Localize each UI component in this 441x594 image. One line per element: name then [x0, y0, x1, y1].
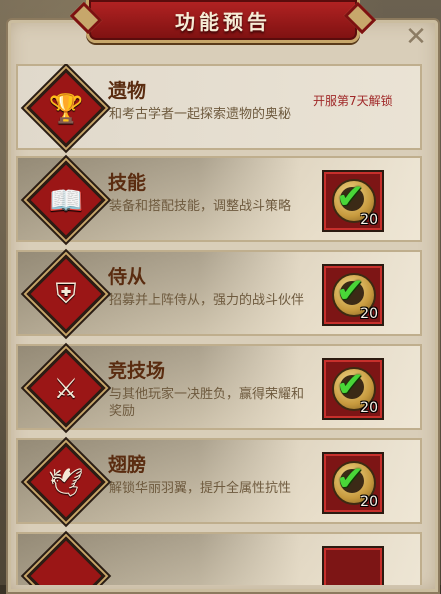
check-icon: ✔ [336, 459, 365, 499]
book-icon: 📖 [48, 183, 84, 217]
close-button[interactable]: ✕ [403, 24, 429, 50]
feature-description: 与其他玩家一决胜负，赢得荣耀和奖励 [109, 387, 305, 419]
reward-count: 20 [360, 494, 378, 510]
reward-claim-button[interactable]: ✔ 20 [322, 452, 384, 514]
helmet-icon: ⛨ [55, 277, 77, 310]
trophy-icon: 🏆 [48, 91, 84, 125]
feature-description: 和考古学者一起探索遗物的奥秘 [109, 107, 292, 122]
panel-title: 功能预告 [175, 9, 271, 34]
feature-item-wings[interactable]: 🕊 翅膀 解锁华丽羽翼，提升全属性抗性 ✔ 20 [16, 438, 422, 524]
feature-item-skill[interactable]: 📖 技能 装备和搭配技能，调整战斗策略 ✔ 20 [16, 156, 422, 242]
title-banner: 功能预告 [86, 0, 360, 43]
crossed-axes-icon: ⚔ [53, 371, 79, 405]
emblem-icon [38, 548, 94, 585]
feature-item-partial[interactable] [16, 532, 422, 585]
wings-icon: 🕊 [48, 465, 84, 499]
close-icon: ✕ [405, 22, 427, 52]
feature-name: 翅膀 [108, 454, 147, 476]
reward-count: 20 [360, 400, 378, 416]
check-icon: ✔ [336, 365, 365, 405]
reward-claim-button[interactable]: ✔ 20 [322, 358, 384, 420]
reward-count: 20 [360, 212, 378, 228]
reward-claim-button[interactable]: ✔ 20 [322, 170, 384, 232]
feature-name: 技能 [108, 172, 147, 194]
check-icon: ✔ [336, 271, 365, 311]
reward-claim-button[interactable] [322, 546, 384, 585]
unlock-condition: 开服第7天解锁 [313, 94, 393, 108]
feature-description: 招募并上阵侍从，强力的战斗伙伴 [109, 293, 305, 308]
feature-description: 解锁华丽羽翼，提升全属性抗性 [109, 481, 292, 496]
feature-list[interactable]: 🏆 遗物 和考古学者一起探索遗物的奥秘 开服第7天解锁 📖 技能 装备和搭配技能… [16, 64, 422, 585]
feature-item-arena[interactable]: ⚔ 竞技场 与其他玩家一决胜负，赢得荣耀和奖励 ✔ 20 [16, 344, 422, 430]
reward-claim-button[interactable]: ✔ 20 [322, 264, 384, 326]
feature-name: 竞技场 [108, 360, 166, 382]
feature-name: 侍从 [108, 266, 147, 288]
feature-description: 装备和搭配技能，调整战斗策略 [109, 199, 292, 214]
feature-item-relic[interactable]: 🏆 遗物 和考古学者一起探索遗物的奥秘 开服第7天解锁 [16, 64, 422, 150]
reward-count: 20 [360, 306, 378, 322]
check-icon: ✔ [336, 177, 365, 217]
feature-name: 遗物 [108, 80, 147, 102]
feature-item-follower[interactable]: ⛨ 侍从 招募并上阵侍从，强力的战斗伙伴 ✔ 20 [16, 250, 422, 336]
